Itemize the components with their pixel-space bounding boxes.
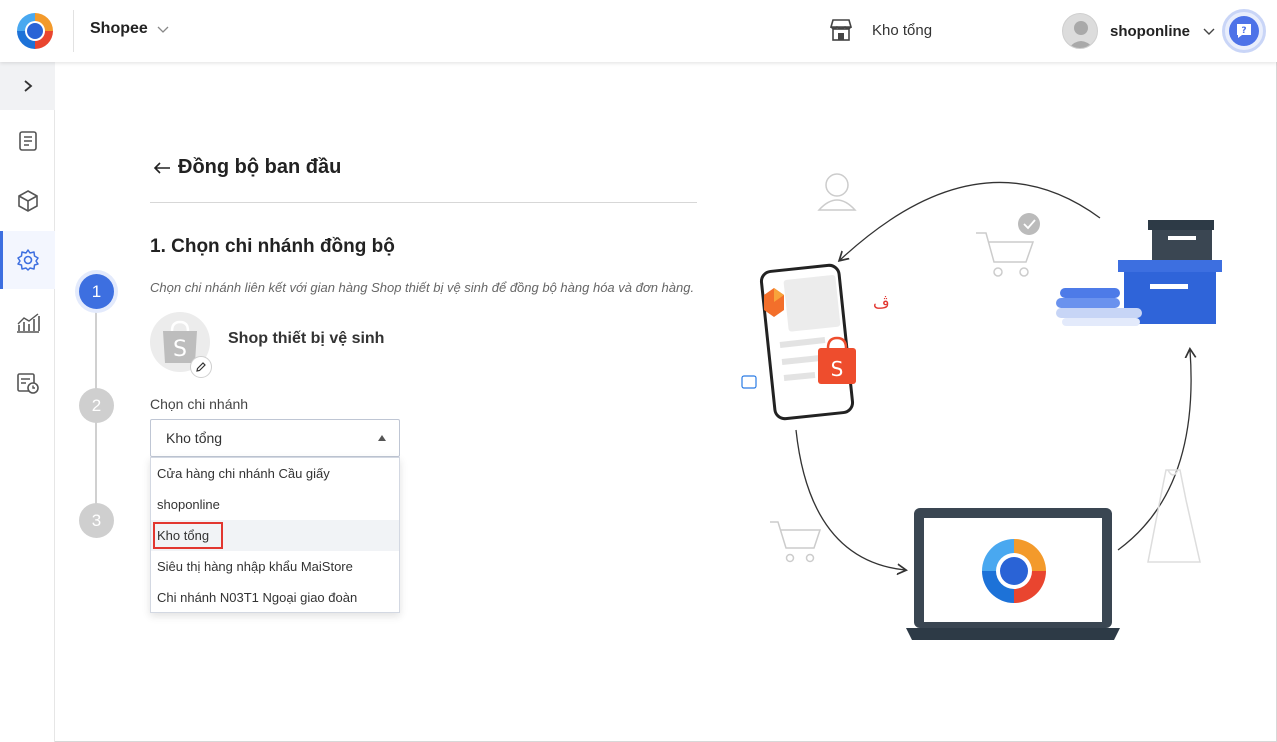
branch-option[interactable]: Chi nhánh N03T1 Ngoại giao đoàn [151, 582, 399, 613]
branch-select-value: Kho tổng [166, 430, 223, 446]
sidebar-item-reports[interactable] [0, 294, 55, 352]
app-logo-icon[interactable] [14, 10, 56, 52]
caret-up-icon [378, 435, 386, 441]
shop-name: Shop thiết bị vệ sinh [228, 330, 385, 347]
page-title: Đồng bộ ban đầu [178, 156, 342, 178]
customer-icon [817, 173, 857, 211]
warehouse-selector[interactable]: Kho tổng [828, 18, 932, 42]
step-1-indicator: 1 [79, 274, 114, 309]
sync-arrow [795, 429, 905, 570]
section-title: 1. Chọn chi nhánh đồng bộ [150, 236, 395, 257]
branch-option-highlighted[interactable]: Kho tổng [151, 520, 399, 551]
cart-icon [770, 521, 822, 563]
warehouse-name: Kho tổng [872, 21, 933, 39]
shop-initial: S [173, 337, 187, 362]
sidebar [0, 62, 55, 742]
pencil-icon [196, 362, 206, 372]
channel-name: Shopee [90, 20, 148, 37]
phone-illustration: S ﭪ [741, 263, 890, 421]
sidebar-expand-button[interactable] [0, 62, 55, 110]
avatar [1062, 13, 1098, 49]
branch-select[interactable]: Kho tổng [150, 419, 400, 457]
support-chat-button[interactable]: ? [1222, 9, 1266, 53]
branch-option[interactable]: Cửa hàng chi nhánh Cầu giấy [151, 458, 399, 489]
box-icon [17, 190, 38, 212]
chevron-right-icon [23, 80, 32, 92]
highlight-box: Kho tổng [153, 522, 224, 549]
header-divider [73, 10, 74, 52]
user-avatar-icon [1068, 21, 1094, 48]
step-3-indicator: 3 [79, 503, 114, 538]
step-description: Chọn chi nhánh liên kết với gian hàng Sh… [150, 280, 695, 295]
branch-option[interactable]: shoponline [151, 489, 399, 520]
title-divider [150, 202, 697, 203]
step-2-indicator: 2 [79, 388, 114, 423]
report-clock-icon [16, 373, 39, 394]
cart-check-icon [976, 213, 1040, 277]
gear-icon [16, 249, 39, 271]
chevron-down-icon [157, 26, 169, 33]
branch-select-label: Chọn chi nhánh [150, 396, 249, 412]
sidebar-item-history[interactable] [0, 354, 55, 412]
username: shoponline [1110, 22, 1190, 40]
branch-option[interactable]: Siêu thị hàng nhập khẩu MaiStore [151, 551, 399, 582]
sidebar-item-products[interactable] [0, 172, 55, 230]
sync-arrow [1117, 350, 1191, 551]
svg-text:S: S [831, 357, 844, 381]
back-arrow-icon[interactable] [152, 160, 172, 176]
dress-icon [1147, 469, 1201, 563]
svg-text:?: ? [1241, 26, 1246, 36]
page-header: Đồng bộ ban đầu [152, 156, 341, 179]
sidebar-item-orders[interactable] [0, 112, 55, 170]
chart-icon [16, 313, 40, 333]
laptop-illustration [906, 508, 1120, 640]
user-menu[interactable]: shoponline [1062, 13, 1216, 49]
sidebar-item-settings[interactable] [0, 231, 55, 289]
svg-text:ﭪ: ﭪ [873, 293, 890, 312]
chevron-down-icon [1203, 28, 1215, 35]
document-icon [18, 131, 37, 151]
branch-dropdown: Cửa hàng chi nhánh Cầu giấy shoponline K… [150, 457, 400, 613]
chat-help-icon: ? [1237, 24, 1251, 38]
sync-arrow [840, 181, 1101, 260]
edit-shop-button[interactable] [190, 356, 212, 378]
inventory-boxes-illustration [1056, 220, 1222, 326]
channel-selector[interactable]: Shopee [90, 20, 170, 38]
top-header: Shopee Kho tổng shoponline ? [0, 0, 1277, 62]
store-icon [829, 19, 853, 41]
sync-illustration: S ﭪ [741, 173, 1222, 640]
